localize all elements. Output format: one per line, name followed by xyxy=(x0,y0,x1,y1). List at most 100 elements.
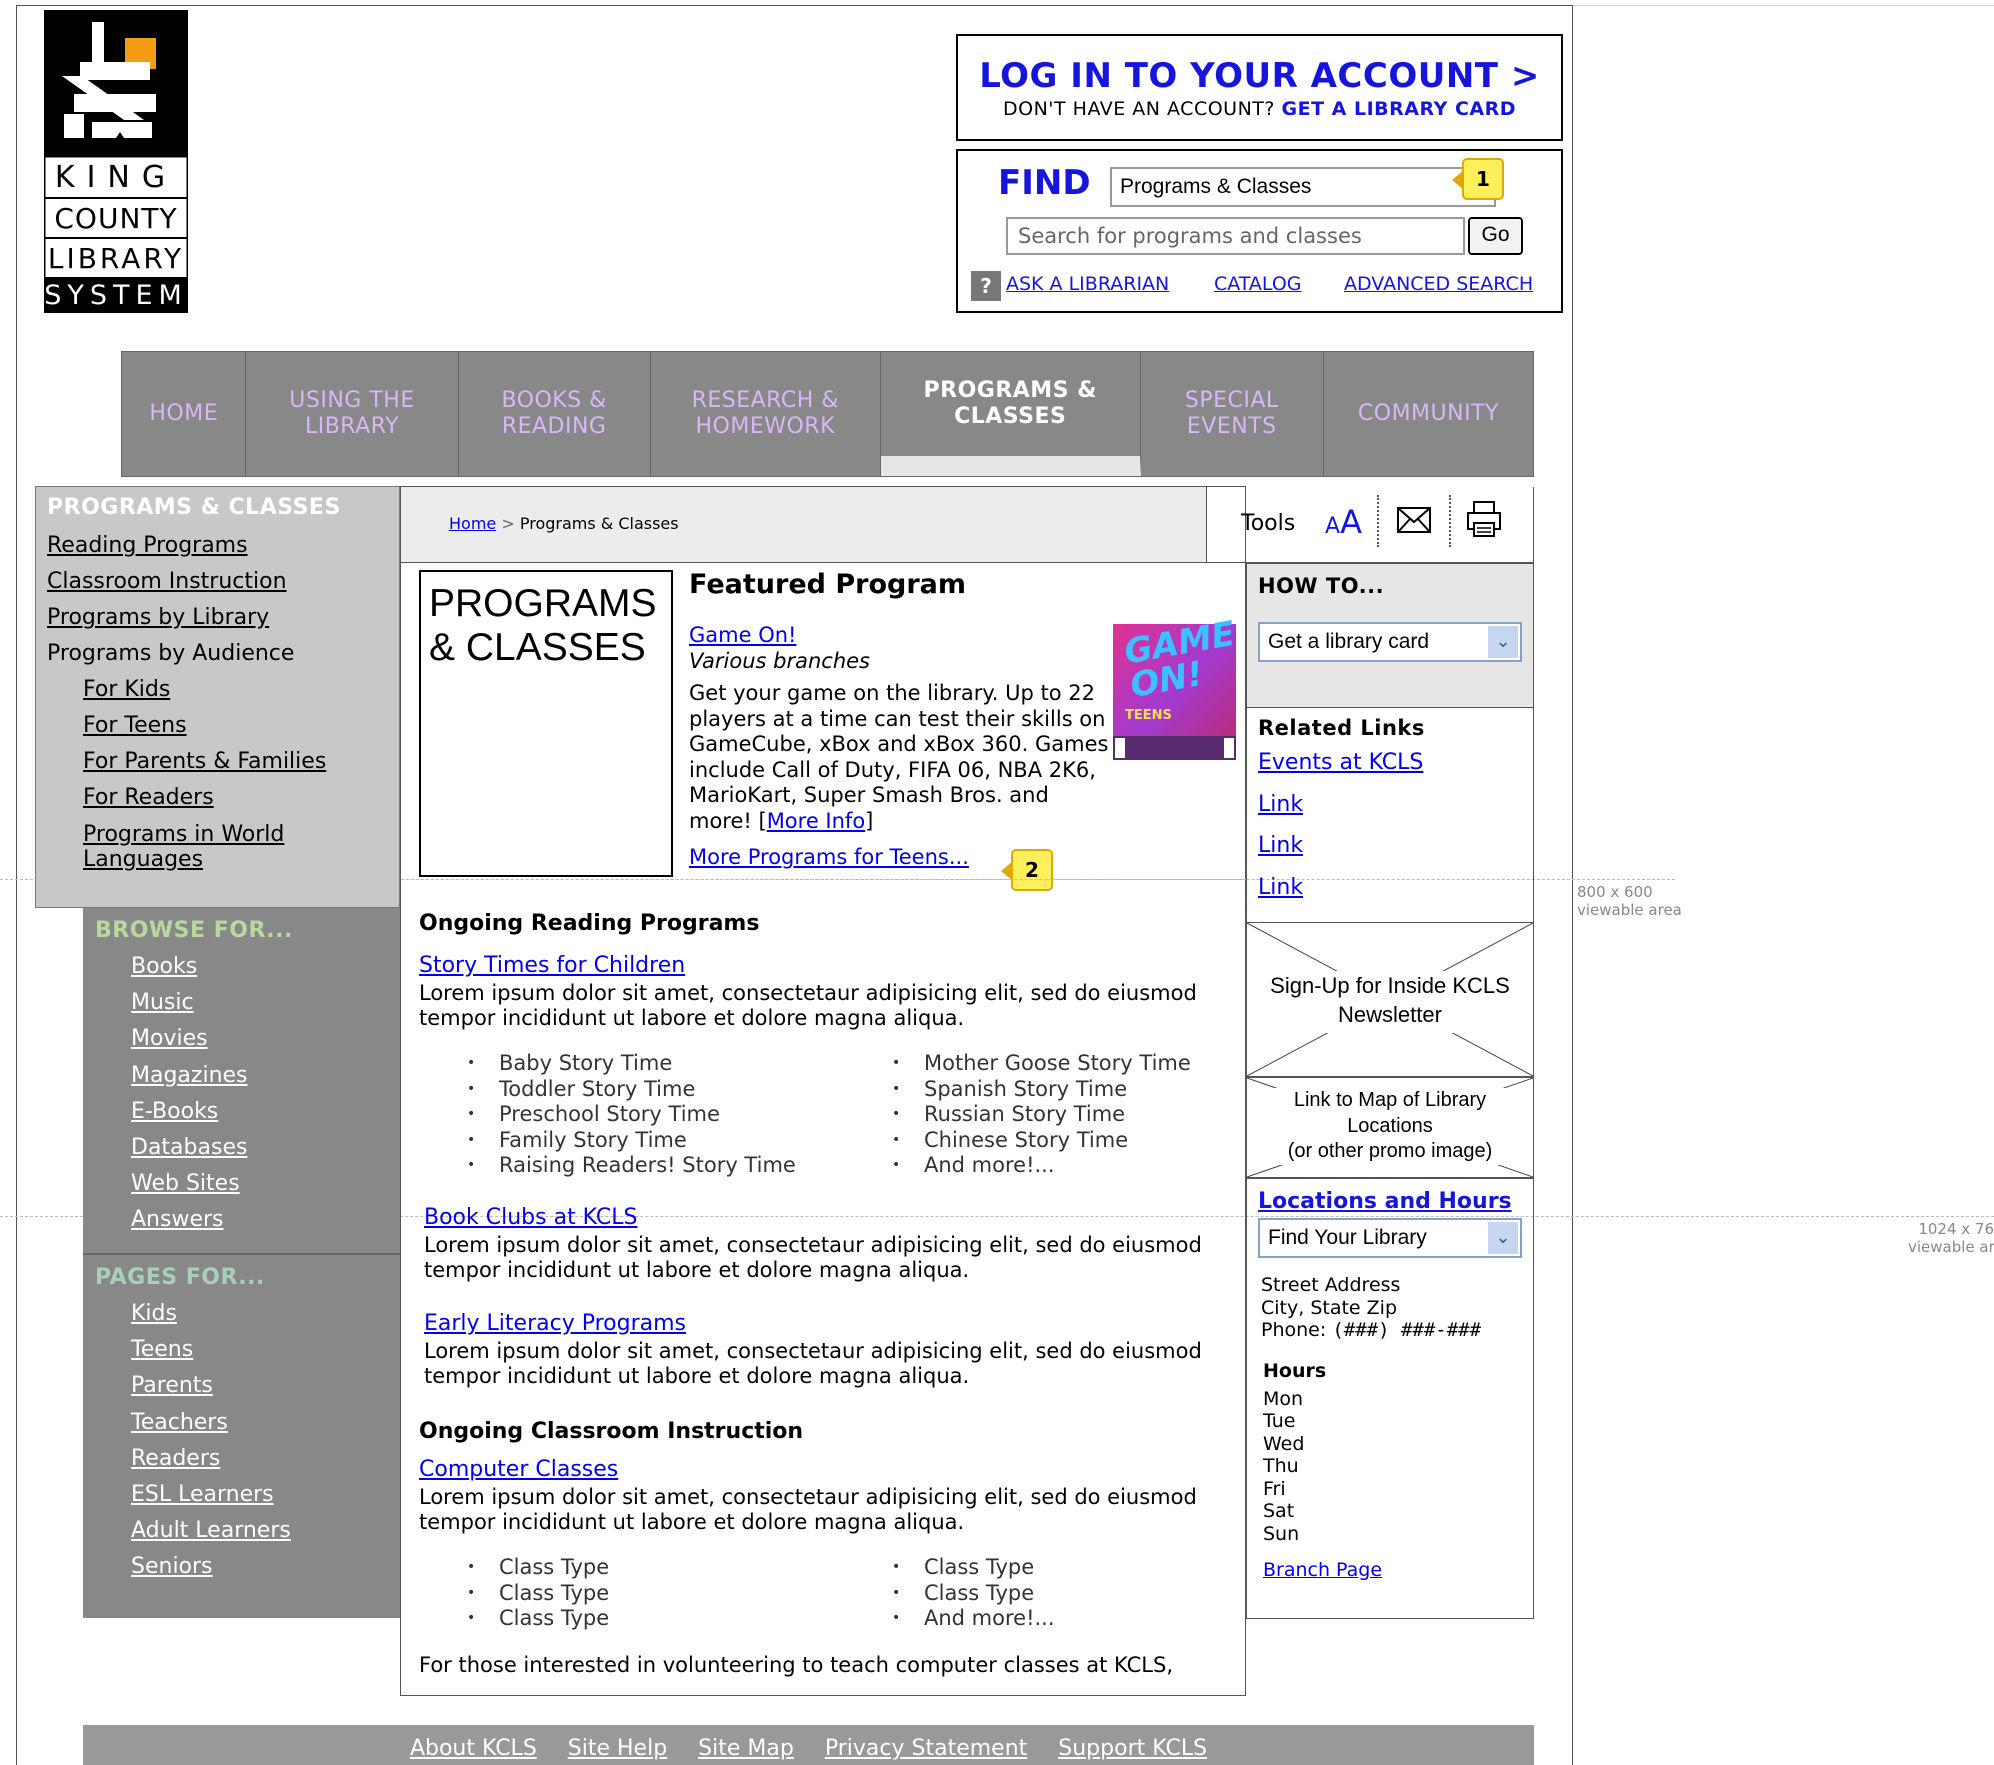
related-link[interactable]: Link xyxy=(1258,867,1522,909)
branch-page-link[interactable]: Branch Page xyxy=(1263,1559,1522,1581)
left-nav-for-teens[interactable]: For Teens xyxy=(83,708,399,744)
footer-site-map-link[interactable]: Site Map xyxy=(698,1736,794,1761)
street-address: Street Address xyxy=(1261,1274,1401,1296)
breadcrumb-current: Programs & Classes xyxy=(519,514,679,533)
pages-teachers-link[interactable]: Teachers xyxy=(131,1405,400,1441)
city-state-zip: City, State Zip xyxy=(1261,1296,1398,1319)
browse-websites-link[interactable]: Web Sites xyxy=(131,1166,400,1202)
nav-programs-classes[interactable]: PROGRAMS & CLASSES xyxy=(880,352,1141,476)
find-scope-select[interactable]: Programs & Classes xyxy=(1110,167,1496,207)
hours-day: Wed xyxy=(1263,1432,1305,1455)
nav-community[interactable]: COMMUNITY xyxy=(1324,352,1533,476)
email-icon[interactable] xyxy=(1397,507,1431,537)
more-info-link[interactable]: More Info xyxy=(767,809,865,833)
tools-bar: Tools AA xyxy=(1207,487,1534,563)
nav-books-reading[interactable]: BOOKS & READING xyxy=(459,352,651,476)
go-button[interactable]: Go xyxy=(1468,217,1523,255)
story-times-link[interactable]: Story Times for Children xyxy=(419,953,685,978)
browse-movies-link[interactable]: Movies xyxy=(131,1021,400,1057)
early-literacy-description: Lorem ipsum dolor sit amet, consectetaur… xyxy=(424,1339,1202,1388)
catalog-link[interactable]: CATALOG xyxy=(1214,273,1302,295)
hours-day: Sun xyxy=(1263,1522,1300,1545)
login-link[interactable]: LOG IN TO YOUR ACCOUNT > xyxy=(958,56,1561,96)
nav-special-events[interactable]: SPECIAL EVENTS xyxy=(1141,352,1324,476)
class-types-list-left: Class Type Class Type Class Type xyxy=(419,1555,839,1632)
pages-parents-link[interactable]: Parents xyxy=(131,1368,400,1404)
how-to-select[interactable]: Get a library card ⌄ xyxy=(1258,622,1522,662)
early-literacy-link[interactable]: Early Literacy Programs xyxy=(424,1311,686,1336)
book-clubs-description: Lorem ipsum dolor sit amet, consectetaur… xyxy=(424,1233,1202,1282)
pages-adult-learners-link[interactable]: Adult Learners xyxy=(131,1513,400,1549)
volunteer-text: For those interested in volunteering to … xyxy=(419,1653,1174,1677)
newsletter-signup-promo[interactable]: Sign-Up for Inside KCLS Newsletter xyxy=(1246,922,1534,1077)
locations-hours-link[interactable]: Locations and Hours xyxy=(1258,1189,1522,1214)
chevron-down-icon: ⌄ xyxy=(1488,626,1518,658)
left-nav-for-kids[interactable]: For Kids xyxy=(83,672,399,708)
tools-divider xyxy=(1449,495,1451,547)
pages-esl-learners-link[interactable]: ESL Learners xyxy=(131,1477,400,1513)
list-item: Chinese Story Time xyxy=(844,1128,1244,1154)
left-nav-reading-programs[interactable]: Reading Programs xyxy=(47,528,399,564)
hours-day: Sat xyxy=(1263,1500,1295,1522)
main-navigation: HOME USING THE LIBRARY BOOKS & READING RES… xyxy=(121,351,1534,477)
browse-music-link[interactable]: Music xyxy=(131,985,400,1021)
nav-research-homework[interactable]: RESEARCH & HOMEWORK xyxy=(651,352,881,476)
related-link[interactable]: Link xyxy=(1258,825,1522,867)
section-nav-panel: PROGRAMS & CLASSES Reading Programs Clas… xyxy=(35,486,400,908)
browse-magazines-link[interactable]: Magazines xyxy=(131,1058,400,1094)
list-item: Family Story Time xyxy=(419,1128,839,1154)
branch-address: Street Address City, State Zip Phone: (#… xyxy=(1261,1274,1522,1342)
nav-using-the-library[interactable]: USING THE LIBRARY xyxy=(246,352,459,476)
help-icon[interactable]: ? xyxy=(971,271,1001,301)
left-nav-for-parents-families[interactable]: For Parents & Families xyxy=(83,744,399,780)
computer-classes-link[interactable]: Computer Classes xyxy=(419,1457,618,1482)
footer-about-link[interactable]: About KCLS xyxy=(410,1736,537,1761)
left-nav-programs-by-library[interactable]: Programs by Library xyxy=(47,600,399,636)
breadcrumb-home-link[interactable]: Home xyxy=(449,514,496,533)
left-nav-programs-by-audience: Programs by Audience xyxy=(47,641,295,666)
browse-databases-link[interactable]: Databases xyxy=(131,1130,400,1166)
locations-hours-panel: Locations and Hours Find Your Library ⌄ … xyxy=(1246,1178,1534,1619)
logo-line-library: LIBRARY xyxy=(47,242,185,275)
text-size-icon[interactable]: AA xyxy=(1325,503,1362,541)
footer-privacy-link[interactable]: Privacy Statement xyxy=(825,1736,1027,1761)
section-divider xyxy=(401,879,1247,880)
game-on-link[interactable]: Game On! xyxy=(689,623,796,647)
advanced-search-link[interactable]: ADVANCED SEARCH xyxy=(1344,273,1533,295)
page-title: PROGRAMS & CLASSES xyxy=(419,570,673,877)
chevron-down-icon: ⌄ xyxy=(1488,1222,1518,1254)
nav-home[interactable]: HOME xyxy=(122,352,247,476)
browse-books-link[interactable]: Books xyxy=(131,949,400,985)
get-library-card-link[interactable]: GET A LIBRARY CARD xyxy=(1282,98,1516,120)
events-at-kcls-link[interactable]: Events at KCLS xyxy=(1258,742,1522,784)
search-input[interactable]: Search for programs and classes xyxy=(1006,217,1465,255)
find-library-select[interactable]: Find Your Library ⌄ xyxy=(1258,1218,1522,1258)
browse-answers-link[interactable]: Answers xyxy=(131,1202,400,1238)
pages-teens-link[interactable]: Teens xyxy=(131,1332,400,1368)
related-link[interactable]: Link xyxy=(1258,784,1522,826)
footer-support-link[interactable]: Support KCLS xyxy=(1058,1736,1207,1761)
browse-ebooks-link[interactable]: E-Books xyxy=(131,1094,400,1130)
logo-line-king: KING xyxy=(54,160,178,195)
pages-seniors-link[interactable]: Seniors xyxy=(131,1549,400,1585)
hours-title: Hours xyxy=(1263,1359,1327,1382)
list-item: Class Type xyxy=(419,1606,839,1632)
story-times-description: Lorem ipsum dolor sit amet, consectetaur… xyxy=(419,981,1197,1030)
story-times-list-left: Baby Story Time Toddler Story Time Presc… xyxy=(419,1051,839,1179)
more-programs-teens-link[interactable]: More Programs for Teens... xyxy=(689,845,969,869)
left-nav-classroom-instruction[interactable]: Classroom Instruction xyxy=(47,564,399,600)
ask-librarian-link[interactable]: ASK A LIBRARIAN xyxy=(1006,273,1169,295)
left-nav-for-readers[interactable]: For Readers xyxy=(83,780,399,816)
pages-readers-link[interactable]: Readers xyxy=(131,1441,400,1477)
left-nav-world-languages[interactable]: Programs in World Languages xyxy=(83,822,303,872)
game-on-image[interactable]: GAME ON! TEENS xyxy=(1113,614,1238,760)
library-map-promo[interactable]: Link to Map of Library Locations (or oth… xyxy=(1246,1077,1534,1178)
kcls-logo[interactable]: KING COUNTY LIBRARY SYSTEM xyxy=(42,10,190,315)
hours-day: Fri xyxy=(1263,1477,1286,1500)
pages-kids-link[interactable]: Kids xyxy=(131,1296,400,1332)
print-icon[interactable] xyxy=(1467,501,1501,541)
find-library-selected-value: Find Your Library xyxy=(1268,1226,1427,1249)
book-clubs-link[interactable]: Book Clubs at KCLS xyxy=(424,1205,638,1230)
hours-day: Mon xyxy=(1263,1387,1304,1410)
footer-site-help-link[interactable]: Site Help xyxy=(568,1736,667,1761)
